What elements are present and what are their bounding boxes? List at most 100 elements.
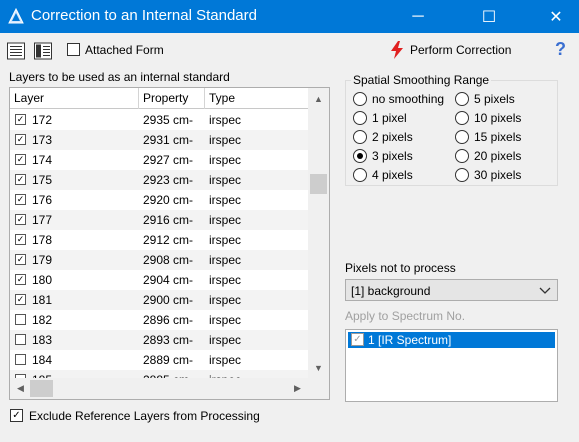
layer-checkbox[interactable] bbox=[15, 354, 26, 365]
vertical-scrollbar[interactable]: ▲ ▼ bbox=[308, 88, 329, 378]
vertical-scroll-thumb[interactable] bbox=[310, 174, 327, 194]
exclude-reference-checkbox[interactable]: ✓ bbox=[10, 409, 23, 422]
layer-checkbox[interactable]: ✓ bbox=[15, 174, 26, 185]
smoothing-group-label: Spatial Smoothing Range bbox=[351, 73, 492, 87]
close-button[interactable]: ✕ bbox=[533, 0, 579, 33]
type-cell: irspec bbox=[209, 173, 242, 187]
perform-correction-button[interactable]: Perform Correction bbox=[390, 40, 511, 60]
property-cell: 2920 cm- bbox=[143, 193, 194, 207]
layer-checkbox[interactable]: ✓ bbox=[15, 154, 26, 165]
smoothing-radio[interactable] bbox=[353, 130, 367, 144]
table-row[interactable]: ✓ 173 2931 cm-irspec bbox=[10, 130, 308, 150]
column-header-property[interactable]: Property bbox=[139, 88, 205, 109]
property-cell: 2912 cm- bbox=[143, 233, 194, 247]
type-cell: irspec bbox=[209, 113, 242, 127]
perform-correction-label: Perform Correction bbox=[410, 43, 512, 57]
layers-grid[interactable]: Layer Property Type ✓ 172 2935 cm-irspec ✓ 1… bbox=[9, 87, 330, 400]
column-header-type[interactable]: Type bbox=[205, 88, 308, 109]
minimize-icon: ─ bbox=[412, 7, 424, 25]
layer-checkbox[interactable]: ✓ bbox=[15, 254, 26, 265]
list-view-icon[interactable] bbox=[7, 42, 25, 60]
layer-cell: 179 bbox=[32, 253, 53, 267]
lightning-icon bbox=[391, 41, 403, 59]
table-row[interactable]: 182 2896 cm-irspec bbox=[10, 310, 308, 330]
table-row[interactable]: ✓ 180 2904 cm-irspec bbox=[10, 270, 308, 290]
exclude-reference-label: Exclude Reference Layers from Processing bbox=[29, 409, 260, 423]
type-cell: irspec bbox=[209, 333, 242, 347]
smoothing-radio[interactable] bbox=[353, 168, 367, 182]
type-cell: irspec bbox=[209, 293, 242, 307]
layer-checkbox[interactable] bbox=[15, 314, 26, 325]
property-cell: 2923 cm- bbox=[143, 173, 194, 187]
smoothing-radio[interactable] bbox=[353, 111, 367, 125]
layer-cell: 181 bbox=[32, 293, 53, 307]
layer-checkbox[interactable]: ✓ bbox=[15, 294, 26, 305]
form-view-icon[interactable] bbox=[34, 42, 52, 60]
table-row[interactable]: ✓ 177 2916 cm-irspec bbox=[10, 210, 308, 230]
layer-checkbox[interactable]: ✓ bbox=[15, 214, 26, 225]
spectrum-item-label: 1 [IR Spectrum] bbox=[368, 333, 452, 347]
layer-checkbox[interactable]: ✓ bbox=[15, 194, 26, 205]
property-cell: 2916 cm- bbox=[143, 213, 194, 227]
table-row[interactable]: ✓ 179 2908 cm-irspec bbox=[10, 250, 308, 270]
type-cell: irspec bbox=[209, 273, 242, 287]
window-title: Correction to an Internal Standard bbox=[31, 7, 257, 24]
layer-checkbox[interactable]: ✓ bbox=[15, 274, 26, 285]
chevron-down-icon bbox=[539, 287, 551, 294]
help-icon[interactable]: ? bbox=[555, 39, 566, 60]
table-row[interactable]: ✓ 181 2900 cm-irspec bbox=[10, 290, 308, 310]
scroll-right-icon[interactable]: ▶ bbox=[289, 380, 306, 397]
app-logo-icon bbox=[8, 8, 24, 24]
property-cell: 2908 cm- bbox=[143, 253, 194, 267]
layer-checkbox[interactable]: ✓ bbox=[15, 114, 26, 125]
column-header-layer[interactable]: Layer bbox=[10, 88, 139, 109]
layer-cell: 182 bbox=[32, 313, 53, 327]
smoothing-option-label: 5 pixels bbox=[474, 92, 515, 106]
table-row[interactable]: ✓ 172 2935 cm-irspec bbox=[10, 110, 308, 130]
smoothing-radio[interactable] bbox=[455, 130, 469, 144]
layer-checkbox[interactable] bbox=[15, 334, 26, 345]
smoothing-radio[interactable] bbox=[455, 168, 469, 182]
layer-checkbox[interactable]: ✓ bbox=[15, 234, 26, 245]
horizontal-scroll-thumb[interactable] bbox=[30, 380, 53, 397]
horizontal-scrollbar[interactable]: ◀ ▶ bbox=[10, 378, 308, 399]
layer-cell: 174 bbox=[32, 153, 53, 167]
scroll-corner bbox=[308, 378, 329, 399]
scroll-down-icon[interactable]: ▼ bbox=[310, 359, 327, 376]
type-cell: irspec bbox=[209, 313, 242, 327]
smoothing-option-label: 1 pixel bbox=[372, 111, 407, 125]
smoothing-radio[interactable] bbox=[455, 92, 469, 106]
layer-cell: 184 bbox=[32, 353, 53, 367]
table-row[interactable]: 184 2889 cm-irspec bbox=[10, 350, 308, 370]
smoothing-radio[interactable] bbox=[353, 149, 367, 163]
property-cell: 2893 cm- bbox=[143, 333, 194, 347]
table-row[interactable]: ✓ 176 2920 cm-irspec bbox=[10, 190, 308, 210]
layer-cell: 178 bbox=[32, 233, 53, 247]
minimize-button[interactable]: ─ bbox=[395, 0, 441, 33]
attached-form-checkbox[interactable] bbox=[67, 43, 80, 56]
maximize-icon: ☐ bbox=[481, 8, 497, 26]
apply-to-spectrum-label: Apply to Spectrum No. bbox=[345, 309, 466, 323]
pixels-not-to-process-value: [1] background bbox=[351, 284, 431, 298]
smoothing-radio[interactable] bbox=[455, 149, 469, 163]
table-row[interactable]: ✓ 175 2923 cm-irspec bbox=[10, 170, 308, 190]
smoothing-option-label: 15 pixels bbox=[474, 130, 522, 144]
pixels-not-to-process-select[interactable]: [1] background bbox=[345, 279, 558, 301]
table-row[interactable]: ✓ 174 2927 cm-irspec bbox=[10, 150, 308, 170]
scroll-up-icon[interactable]: ▲ bbox=[310, 90, 327, 107]
smoothing-option-label: 30 pixels bbox=[474, 168, 522, 182]
title-bar: Correction to an Internal Standard ─ ☐ ✕ bbox=[0, 0, 579, 33]
table-row[interactable]: ✓ 178 2912 cm-irspec bbox=[10, 230, 308, 250]
table-row[interactable]: 183 2893 cm-irspec bbox=[10, 330, 308, 350]
type-cell: irspec bbox=[209, 153, 242, 167]
property-cell: 2931 cm- bbox=[143, 133, 194, 147]
type-cell: irspec bbox=[209, 353, 242, 367]
smoothing-radio[interactable] bbox=[353, 92, 367, 106]
layer-cell: 180 bbox=[32, 273, 53, 287]
list-item: ✓ 1 [IR Spectrum] bbox=[348, 332, 555, 348]
scroll-left-icon[interactable]: ◀ bbox=[12, 380, 29, 397]
layer-checkbox[interactable]: ✓ bbox=[15, 134, 26, 145]
smoothing-option-label: no smoothing bbox=[372, 92, 445, 106]
smoothing-radio[interactable] bbox=[455, 111, 469, 125]
maximize-button[interactable]: ☐ bbox=[466, 0, 512, 33]
